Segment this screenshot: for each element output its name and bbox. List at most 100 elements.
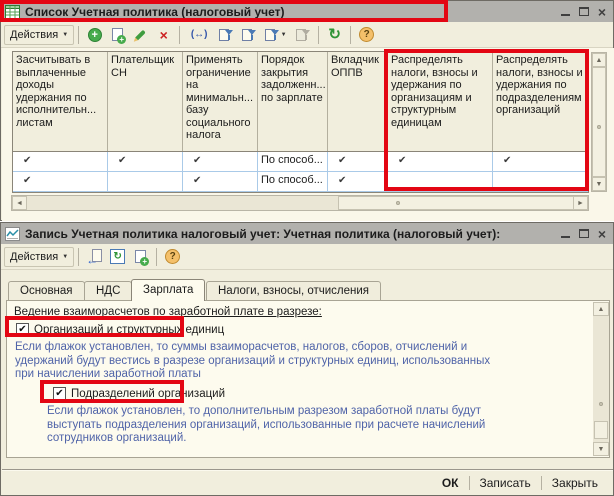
delete-icon: × <box>160 28 168 42</box>
checkmark-icon: ✔ <box>193 175 201 186</box>
write-close-icon: ← <box>87 249 102 264</box>
help-icon: ? <box>359 27 374 42</box>
record-window-title: Запись Учетная политика налоговый учет: … <box>25 227 500 241</box>
clear-filter-button[interactable] <box>292 25 313 45</box>
register-record-icon <box>5 227 20 241</box>
clear-filter-icon <box>296 28 310 42</box>
scroll-left-icon[interactable]: ◄ <box>12 196 27 210</box>
minimize-icon[interactable] <box>561 7 570 16</box>
checkmark-icon: ✔ <box>503 155 511 166</box>
add-button[interactable]: + <box>84 25 105 45</box>
table-row[interactable]: ✔ ✔ По способ... ✔ <box>13 172 588 192</box>
checkbox-label: Организаций и структурных единиц <box>34 324 224 336</box>
list-client-area: Засчитывать в выплаченные доходы удержан… <box>2 48 614 221</box>
vertical-scrollbar[interactable]: ▲ ▼ <box>591 52 607 192</box>
edit-pencil-icon <box>135 29 146 40</box>
column-header-distribute-subdiv: Распределять налоги, взносы и удержания … <box>493 52 588 151</box>
scroll-right-icon[interactable]: ► <box>573 196 588 210</box>
cell-text: По способ... <box>258 152 328 171</box>
cell-text: По способ... <box>258 172 328 191</box>
checkmark-icon: ✔ <box>118 155 126 166</box>
scrollbar-grip <box>597 125 601 129</box>
salary-tab-panel: Ведение взаиморасчетов по заработной пла… <box>6 300 610 458</box>
ok-button[interactable]: ОК <box>432 474 469 492</box>
scrollbar-thumb[interactable] <box>594 421 608 439</box>
interval-icon: (↔) <box>191 29 208 40</box>
list-window-titlebar[interactable]: Список Учетная политика (налоговый учет)… <box>1 1 613 22</box>
checkmark-icon: ✔ <box>338 175 346 186</box>
copy-button[interactable]: + <box>107 25 128 45</box>
record-window: Запись Учетная политика налоговый учет: … <box>0 222 614 496</box>
section-label: Ведение взаиморасчетов по заработной пла… <box>14 306 322 318</box>
reread-icon: ↻ <box>110 249 125 264</box>
reread-button[interactable]: ↻ <box>107 247 128 267</box>
filter-settings-button[interactable] <box>215 25 236 45</box>
scrollbar-grip <box>599 402 603 406</box>
tab-vat[interactable]: НДС <box>84 281 132 300</box>
horizontal-scrollbar[interactable]: ◄ ► <box>11 195 589 211</box>
subdivisions-checkbox[interactable]: ✔ Подразделений организаций <box>53 386 225 401</box>
help-button[interactable]: ? <box>162 247 183 267</box>
scroll-up-icon[interactable]: ▲ <box>592 53 606 67</box>
footer-buttons: ОК Записать Закрыть <box>432 473 608 493</box>
tab-taxes[interactable]: Налоги, взносы, отчисления <box>206 281 381 300</box>
copy-button[interactable]: + <box>130 247 151 267</box>
policy-list-table: Засчитывать в выплаченные доходы удержан… <box>12 51 589 193</box>
list-window-title: Список Учетная политика (налоговый учет) <box>25 5 285 19</box>
record-window-titlebar[interactable]: Запись Учетная политика налоговый учет: … <box>1 223 613 244</box>
maximize-icon[interactable] <box>579 7 589 16</box>
column-header-distribute-org: Распределять налоги, взносы и удержания … <box>388 52 493 151</box>
column-header: Плательщик СН <box>108 52 183 151</box>
checkbox-checked-icon: ✔ <box>16 323 29 336</box>
sub-checkbox-hint: Если флажок установлен, то дополнительны… <box>47 405 507 446</box>
checkbox-checked-icon: ✔ <box>53 387 66 400</box>
org-structural-units-checkbox[interactable]: ✔ Организаций и структурных единиц <box>16 322 224 337</box>
toolbar-separator <box>179 26 180 44</box>
table-row[interactable]: ✔ ✔ ✔ По способ... ✔ ✔ ✔ <box>13 152 588 172</box>
checkmark-icon: ✔ <box>398 155 406 166</box>
edit-button[interactable] <box>130 25 151 45</box>
list-window-toolbar: Действия ▼ + + × (↔) ▼ ↻ <box>1 22 613 48</box>
chevron-down-icon: ▼ <box>62 32 68 38</box>
actions-menu-button[interactable]: Действия ▼ <box>4 247 74 267</box>
column-header: Порядок закрытия задолженн... по зарплат… <box>258 52 328 151</box>
checkmark-icon: ✔ <box>23 155 31 166</box>
column-header: Применять ограничение на минимальн... ба… <box>183 52 258 151</box>
tab-main[interactable]: Основная <box>8 281 85 300</box>
scrollbar-thumb[interactable] <box>338 196 574 210</box>
scroll-up-icon[interactable]: ▲ <box>593 302 609 316</box>
filter-history-button[interactable]: ▼ <box>261 25 290 45</box>
add-icon: + <box>88 28 102 42</box>
filter-settings-icon <box>219 28 233 42</box>
org-checkbox-hint: Если флажок установлен, то суммы взаимор… <box>15 341 515 382</box>
column-header: Засчитывать в выплаченные доходы удержан… <box>13 52 108 151</box>
help-icon: ? <box>165 249 180 264</box>
set-interval-button[interactable]: (↔) <box>185 25 213 45</box>
checkmark-icon: ✔ <box>338 155 346 166</box>
minimize-icon[interactable] <box>561 229 570 238</box>
refresh-button[interactable]: ↻ <box>324 25 345 45</box>
checkbox-label: Подразделений организаций <box>71 388 225 400</box>
screenshot-root: Список Учетная политика (налоговый учет)… <box>0 0 614 496</box>
tab-salary[interactable]: Зарплата <box>131 279 205 301</box>
scroll-down-icon[interactable]: ▼ <box>593 442 609 456</box>
scrollbar-grip <box>396 201 400 205</box>
write-button[interactable]: Записать <box>470 474 541 492</box>
maximize-icon[interactable] <box>579 229 589 238</box>
vertical-scrollbar[interactable]: ▲ ▼ <box>593 302 609 456</box>
copy-icon: + <box>112 28 123 41</box>
table-grid-icon <box>5 5 20 19</box>
close-icon[interactable]: × <box>598 229 606 239</box>
scrollbar-thumb[interactable] <box>592 67 606 177</box>
close-button[interactable]: Закрыть <box>542 474 608 492</box>
write-and-close-button[interactable]: ← <box>84 247 105 267</box>
actions-menu-button[interactable]: Действия ▼ <box>4 25 74 45</box>
filter-by-value-button[interactable] <box>238 25 259 45</box>
table-header-row: Засчитывать в выплаченные доходы удержан… <box>13 52 588 152</box>
delete-button[interactable]: × <box>153 25 174 45</box>
scroll-down-icon[interactable]: ▼ <box>592 177 606 191</box>
close-icon[interactable]: × <box>598 7 606 17</box>
help-button[interactable]: ? <box>356 25 377 45</box>
toolbar-separator <box>318 26 319 44</box>
list-window: Список Учетная политика (налоговый учет)… <box>0 0 614 221</box>
